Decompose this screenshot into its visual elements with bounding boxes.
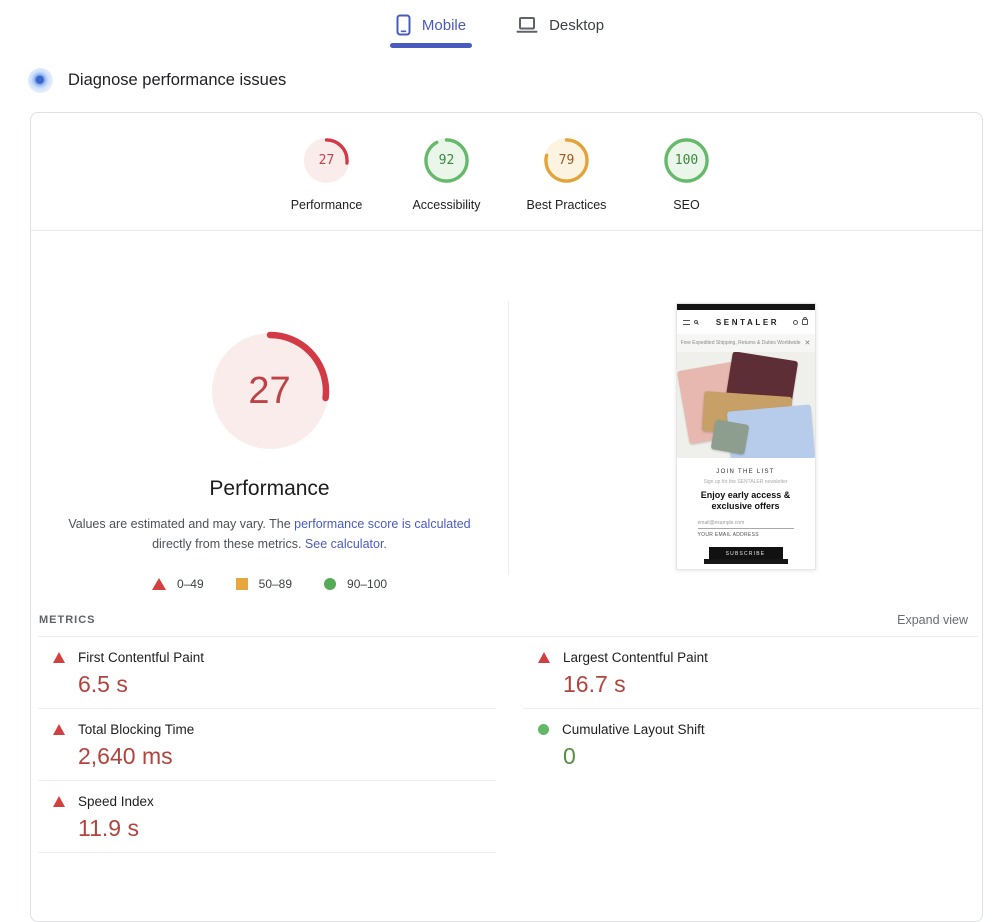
score-value: 92 [423,137,470,184]
metric-row: Largest Contentful Paint 16.7 s [523,637,981,709]
score-label: Best Practices [527,198,607,212]
score-legend: 0–49 50–89 90–100 [31,577,508,591]
tab-desktop-label: Desktop [549,17,604,34]
pagespeed-insights-icon [28,68,53,93]
square-legend-icon [236,578,248,590]
metric-status-icon [53,652,65,663]
category-score-gauge[interactable]: 79 Best Practices [507,137,627,212]
account-icon [793,320,798,325]
legend-range: 0–49 [177,577,204,591]
performance-gauge-column: 27 Performance Values are estimated and … [31,231,508,601]
metric-row: First Contentful Paint 6.5 s [38,637,496,709]
metric-row: Total Blocking Time 2,640 ms [38,709,496,781]
email-label: YOUR EMAIL ADDRESS [698,532,794,538]
metric-name: Speed Index [78,794,154,809]
legend-item: 90–100 [324,577,387,591]
fabric-swatch [710,419,749,454]
site-logo: SENTALER [716,318,779,327]
metrics-section-label: METRICS [39,614,96,626]
performance-score-value: 27 [210,331,330,451]
diagnose-header: Diagnose performance issues [28,68,1000,93]
metric-status-icon [53,796,65,807]
triangle-legend-icon [152,578,166,590]
see-calculator-link[interactable]: See calculator. [305,537,387,551]
metric-value: 6.5 s [78,671,496,698]
score-label: Accessibility [412,198,480,212]
tab-mobile-label: Mobile [422,17,466,34]
bag-icon [802,319,808,325]
newsletter-modal: JOIN THE LIST Sign up for the SENTALER n… [677,458,815,569]
device-tabs: Mobile Desktop [0,0,1000,48]
metric-name: First Contentful Paint [78,650,204,665]
promo-banner: Free Expedited Shipping, Returns & Dutie… [677,334,815,352]
metric-name: Largest Contentful Paint [563,650,708,665]
search-icon [694,320,698,324]
metric-status-icon [538,724,549,735]
metric-row: Speed Index 11.9 s [38,781,496,853]
newsletter-subtitle: Sign up for the SENTALER newsletter [677,479,815,485]
mobile-phone-icon [396,14,411,36]
tab-mobile[interactable]: Mobile [394,10,468,48]
metric-value: 0 [563,743,981,770]
page-screenshot-thumbnail: SENTALER Free Expedited Shipping, Return… [676,303,816,570]
expand-view-button[interactable]: Expand view [897,613,968,627]
performance-summary-section: 27 Performance Values are estimated and … [31,231,982,601]
legend-item: 50–89 [236,577,292,591]
newsletter-headline: Enjoy early access & exclusive offers [685,490,807,512]
metric-value: 16.7 s [563,671,981,698]
metric-value: 11.9 s [78,815,496,842]
metrics-header: METRICS Expand view [39,613,968,627]
screenshot-column: SENTALER Free Expedited Shipping, Return… [509,231,982,601]
metrics-column-left: First Contentful Paint 6.5 s Total Block… [38,637,496,853]
metric-status-icon [53,724,65,735]
metric-value: 2,640 ms [78,743,496,770]
disclaimer-mid: directly from these metrics. [152,537,305,551]
performance-title: Performance [31,477,508,501]
metric-row: Cumulative Layout Shift 0 [523,709,981,780]
score-value: 100 [663,137,710,184]
score-label: SEO [673,198,699,212]
score-value: 27 [303,137,350,184]
legend-range: 50–89 [259,577,292,591]
desktop-laptop-icon [516,16,538,34]
score-label: Performance [291,198,363,212]
metrics-column-right: Largest Contentful Paint 16.7 s Cumulati… [523,637,981,853]
score-value: 79 [543,137,590,184]
tab-desktop[interactable]: Desktop [514,10,606,48]
thumb-bottom-bar [704,559,788,564]
hamburger-icon [683,320,690,325]
active-tab-indicator [390,43,472,48]
disclaimer-pre: Values are estimated and may vary. The [68,517,294,531]
metrics-grid: First Contentful Paint 6.5 s Total Block… [31,637,982,853]
legend-range: 90–100 [347,577,387,591]
banner-close-icon: ✕ [805,340,811,347]
disclaimer-text: Values are estimated and may vary. The p… [55,514,485,554]
metric-status-icon [538,652,550,663]
hero-fabric-image [677,352,815,458]
page-title: Diagnose performance issues [68,71,286,90]
performance-score-link[interactable]: performance score is calculated [294,517,470,531]
legend-item: 0–49 [152,577,204,591]
category-score-gauge[interactable]: 27 Performance [267,137,387,212]
report-card: 27 Performance 92 Accessibility 79 Best … [30,112,983,922]
join-list-title: JOIN THE LIST [677,469,815,475]
circle-legend-icon [324,578,336,590]
category-scores-row: 27 Performance 92 Accessibility 79 Best … [31,113,982,212]
category-score-gauge[interactable]: 92 Accessibility [387,137,507,212]
metric-name: Total Blocking Time [78,722,194,737]
email-input: email@example.com [698,520,794,529]
metric-name: Cumulative Layout Shift [562,722,705,737]
big-performance-gauge: 27 [210,331,330,451]
promo-banner-text: Free Expedited Shipping, Returns & Dutie… [681,340,801,346]
category-score-gauge[interactable]: 100 SEO [627,137,747,212]
thumb-site-header: SENTALER [677,310,815,334]
